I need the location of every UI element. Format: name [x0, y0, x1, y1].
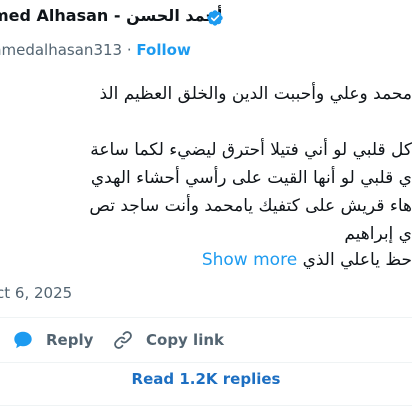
copy-link-label: Copy link	[146, 331, 224, 349]
reply-bubble-icon	[14, 331, 32, 349]
user-display-name[interactable]: med Alhasan - أحمد الحسن	[0, 6, 222, 25]
divider	[0, 405, 412, 406]
tweet-text-line-5: ي إبراهيم	[344, 224, 412, 244]
copy-link-button[interactable]: Copy link	[112, 327, 224, 353]
tweet-text-line-3: ي قلبي لو أنها القيت على رأسي أحشاء الهد…	[90, 168, 412, 188]
user-handle[interactable]: hmedalhasan313	[0, 41, 122, 59]
show-more-link[interactable]: Show more	[202, 250, 297, 270]
follow-button[interactable]: Follow	[136, 41, 190, 59]
reply-label: Reply	[46, 331, 94, 349]
tweet-text-last-line: حظ ياعلي الذي Show more	[202, 250, 412, 270]
divider	[0, 362, 412, 363]
divider	[0, 317, 412, 318]
handle-row: hmedalhasan313 · Follow	[0, 41, 191, 59]
tweet-text-line-2: كل قلبي لو أني فتيلا أحترق ليضيء لكما سا…	[90, 140, 412, 160]
tweet-date[interactable]: ct 6, 2025	[0, 284, 72, 302]
verified-badge-icon	[207, 10, 223, 26]
tweet-text-line-4: هاء قريش على كتفيك يامحمد وأنت ساجد تص	[89, 196, 412, 216]
reply-button[interactable]: Reply	[12, 327, 93, 353]
separator-dot: ·	[126, 41, 132, 59]
read-replies-button[interactable]: Read 1.2K replies	[0, 370, 412, 388]
link-icon	[114, 331, 132, 349]
tweet-text-line-1: محمد وعلي وأحببت الدين والخلق العظيم الذ	[99, 84, 412, 104]
tweet-text-line-6: حظ ياعلي الذي	[302, 250, 412, 270]
